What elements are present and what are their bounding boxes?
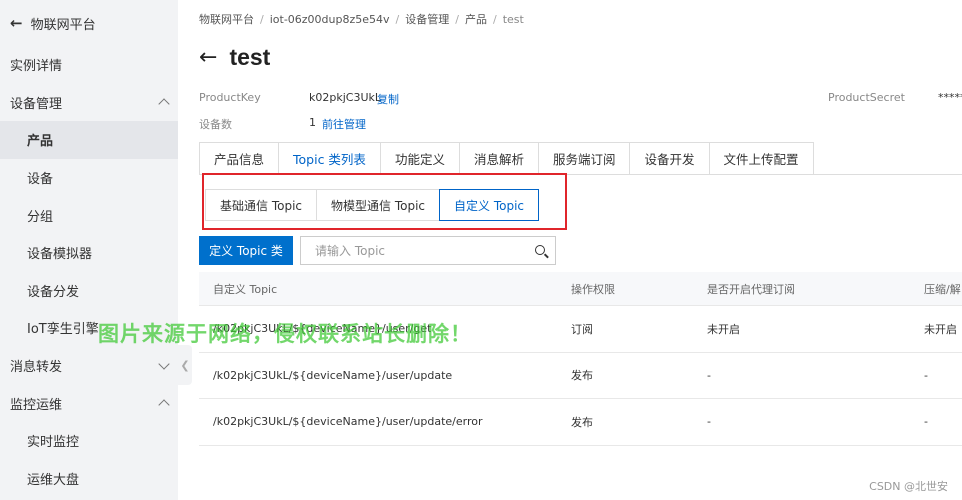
subtab-basic-topic[interactable]: 基础通信 Topic: [205, 189, 317, 221]
product-secret-label: ProductSecret: [828, 91, 905, 104]
copy-link[interactable]: 复制: [377, 91, 399, 107]
sidebar-item-device[interactable]: 设备: [0, 159, 178, 197]
compression-cell: -: [924, 415, 928, 429]
topic-search-box: [300, 236, 556, 265]
sidebar: ← 物联网平台 实例详情 设备管理 产品 设备 分组 设备模拟器 设备分发 Io…: [0, 0, 178, 500]
topic-search-input[interactable]: [301, 237, 527, 264]
product-secret-value: *****: [938, 91, 962, 104]
column-header-compression: 压缩/解: [924, 282, 961, 296]
main-content: 物联网平台 / iot-06z00dup8z5e54v / 设备管理 / 产品 / test ←…: [178, 0, 962, 500]
chevron-up-icon: [158, 399, 170, 411]
back-arrow-icon: ←: [10, 14, 23, 32]
compression-cell: -: [924, 368, 928, 382]
sidebar-group-monitoring[interactable]: 监控运维: [0, 384, 178, 422]
proxy-subscription-cell: -: [707, 415, 711, 429]
sidebar-item-device-distribution[interactable]: 设备分发: [0, 272, 178, 310]
sidebar-item-iot-twin-engine[interactable]: IoT孪生引擎: [0, 309, 178, 347]
sidebar-back-header[interactable]: ← 物联网平台: [0, 0, 178, 46]
search-icon[interactable]: [527, 237, 555, 264]
topic-cell: /k02pkjC3UkL/${deviceName}/user/get: [213, 322, 432, 336]
tab-product-info[interactable]: 产品信息: [199, 142, 279, 175]
tab-topic-list[interactable]: Topic 类列表: [278, 142, 380, 175]
subtab-thing-model-topic[interactable]: 物模型通信 Topic: [316, 189, 440, 221]
topic-cell: /k02pkjC3UkL/${deviceName}/user/update/e…: [213, 415, 483, 429]
sidebar-item-group[interactable]: 分组: [0, 196, 178, 234]
column-header-proxy-subscription: 是否开启代理订阅: [707, 282, 795, 296]
topic-cell: /k02pkjC3UkL/${deviceName}/user/update: [213, 368, 453, 382]
back-arrow-icon[interactable]: ←: [199, 45, 217, 70]
sidebar-item-instance-details[interactable]: 实例详情: [0, 46, 178, 84]
breadcrumb-item[interactable]: 物联网平台: [199, 13, 254, 26]
breadcrumb: 物联网平台 / iot-06z00dup8z5e54v / 设备管理 / 产品 / test: [199, 13, 524, 26]
device-count-label: 设备数: [199, 118, 232, 131]
product-key-label: ProductKey: [199, 91, 261, 104]
column-header-topic: 自定义 Topic: [213, 282, 278, 296]
sidebar-item-realtime-monitoring[interactable]: 实时监控: [0, 422, 178, 460]
breadcrumb-item[interactable]: 设备管理: [405, 13, 449, 26]
csdn-credit: CSDN @北世安: [869, 480, 948, 493]
topic-type-subtabs: 基础通信 Topic 物模型通信 Topic 自定义 Topic: [205, 189, 539, 221]
column-header-permission: 操作权限: [571, 282, 615, 296]
table-row: /k02pkjC3UkL/${deviceName}/user/get 订阅 未…: [199, 306, 962, 353]
breadcrumb-item[interactable]: iot-06z00dup8z5e54v: [270, 13, 390, 26]
sidebar-item-device-simulator[interactable]: 设备模拟器: [0, 234, 178, 272]
subtab-custom-topic[interactable]: 自定义 Topic: [439, 189, 539, 221]
permission-cell: 发布: [571, 369, 593, 383]
proxy-subscription-cell: 未开启: [707, 322, 740, 336]
device-count-value: 1: [309, 116, 316, 129]
table-row: /k02pkjC3UkL/${deviceName}/user/update 发…: [199, 353, 962, 399]
custom-topic-table: 自定义 Topic 操作权限 是否开启代理订阅 压缩/解 /k02pkjC3Uk…: [199, 272, 962, 446]
tab-function-definition[interactable]: 功能定义: [379, 142, 459, 175]
permission-cell: 发布: [571, 415, 593, 429]
sidebar-item-ops-dashboard[interactable]: 运维大盘: [0, 460, 178, 498]
compression-cell: 未开启: [924, 322, 957, 336]
proxy-subscription-cell: -: [707, 368, 711, 382]
define-topic-class-button[interactable]: 定义 Topic 类: [199, 236, 293, 265]
sidebar-header-label: 物联网平台: [30, 17, 96, 33]
tab-server-subscription[interactable]: 服务端订阅: [537, 142, 630, 175]
table-row: /k02pkjC3UkL/${deviceName}/user/update/e…: [199, 399, 962, 446]
table-header: 自定义 Topic 操作权限 是否开启代理订阅 压缩/解: [199, 272, 962, 306]
tab-message-parsing[interactable]: 消息解析: [458, 142, 538, 175]
manage-devices-link[interactable]: 前往管理: [322, 116, 366, 132]
title-row: ← test: [199, 44, 270, 71]
page-title: test: [229, 44, 271, 70]
breadcrumb-item[interactable]: 产品: [465, 13, 487, 26]
product-key-value: k02pkjC3UkL: [309, 91, 382, 104]
chevron-down-icon: [158, 357, 170, 370]
breadcrumb-current: test: [502, 13, 524, 26]
chevron-up-icon: [158, 98, 170, 111]
sidebar-item-product[interactable]: 产品: [0, 121, 178, 159]
tab-bar: 产品信息 Topic 类列表 功能定义 消息解析 服务端订阅 设备开发 文件上传…: [199, 142, 814, 175]
permission-cell: 订阅: [571, 322, 593, 336]
sidebar-group-message-forwarding[interactable]: 消息转发: [0, 347, 178, 385]
tab-file-upload-config[interactable]: 文件上传配置: [708, 142, 814, 175]
sidebar-group-device-management[interactable]: 设备管理: [0, 84, 178, 122]
tab-device-development[interactable]: 设备开发: [629, 142, 709, 175]
